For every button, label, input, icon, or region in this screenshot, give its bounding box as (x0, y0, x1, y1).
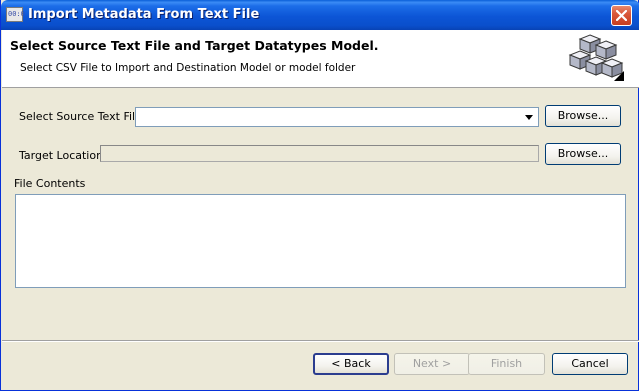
next-button: Next > (394, 353, 470, 375)
browse-target-button[interactable]: Browse... (545, 143, 621, 165)
cubes-icon (568, 34, 624, 81)
file-contents-label: File Contents (14, 177, 86, 190)
app-icon-text: 00:0 (8, 10, 25, 18)
footer-divider (2, 340, 639, 342)
close-icon (616, 10, 627, 21)
browse-source-button[interactable]: Browse... (545, 105, 621, 127)
target-location-field (100, 145, 539, 162)
combo-dropdown-button[interactable] (521, 109, 537, 125)
file-contents-area[interactable] (15, 194, 626, 288)
window-title: Import Metadata From Text File (28, 7, 260, 22)
title-bar[interactable]: 00:0 Import Metadata From Text File (1, 0, 639, 30)
page-subtitle: Select CSV File to Import and Destinatio… (20, 62, 356, 74)
page-title: Select Source Text File and Target Datat… (10, 38, 379, 53)
source-file-combo[interactable] (135, 107, 539, 127)
metadata-import-icon: 00:0 (6, 7, 25, 22)
close-button[interactable] (611, 5, 632, 26)
back-button[interactable]: < Back (313, 353, 389, 375)
header-banner: Select Source Text File and Target Datat… (2, 30, 639, 88)
import-dialog: 00:0 Import Metadata From Text File Sele… (0, 0, 639, 391)
finish-button: Finish (468, 353, 545, 375)
cancel-button[interactable]: Cancel (552, 353, 628, 375)
chevron-down-icon (525, 115, 533, 120)
source-file-label: Select Source Text File (19, 110, 142, 123)
target-location-label: Target Location (19, 149, 104, 162)
